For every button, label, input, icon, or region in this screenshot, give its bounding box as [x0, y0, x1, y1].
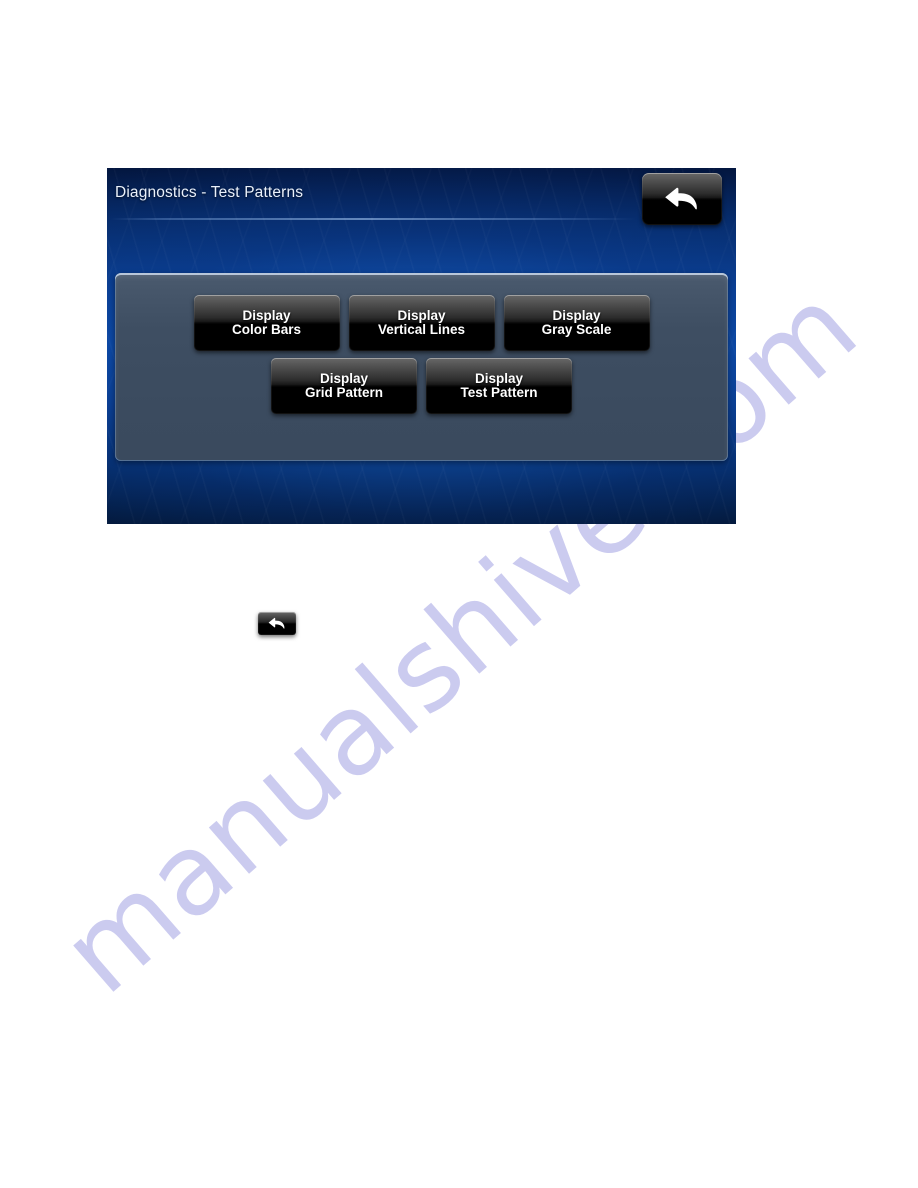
- button-label-line1: Display: [474, 370, 524, 386]
- back-arrow-icon: [665, 187, 697, 210]
- button-label-line2: Grid Pattern: [304, 385, 383, 400]
- button-label-line2: Gray Scale: [541, 322, 612, 337]
- display-grid-pattern-button[interactable]: Display Grid Pattern: [271, 358, 417, 414]
- button-label-line1: Display: [319, 370, 369, 386]
- device-screen: Diagnostics - Test Patterns Display Colo…: [107, 168, 736, 524]
- button-label-line1: Display: [552, 307, 601, 323]
- button-label-line2: Vertical Lines: [377, 322, 466, 337]
- display-vertical-lines-button[interactable]: Display Vertical Lines: [348, 295, 495, 351]
- page-title: Diagnostics - Test Patterns: [115, 184, 304, 201]
- display-color-bars-button[interactable]: Display Color Bars: [193, 295, 340, 351]
- content-panel: Display Color Bars Display Vertical Line…: [115, 273, 728, 461]
- back-arrow-icon: [268, 617, 285, 629]
- pattern-button-row: Display Grid Pattern Display Test Patter…: [271, 358, 572, 414]
- inline-back-button-icon: [258, 612, 296, 635]
- button-label-line1: Display: [242, 307, 291, 323]
- back-button[interactable]: [642, 173, 722, 225]
- header-divider: [111, 218, 636, 220]
- pattern-button-grid: Display Color Bars Display Vertical Line…: [115, 273, 728, 461]
- pattern-button-row: Display Color Bars Display Vertical Line…: [193, 295, 650, 351]
- screen-header: Diagnostics - Test Patterns: [107, 168, 736, 225]
- button-label-line2: Test Pattern: [460, 385, 538, 400]
- button-label-line2: Color Bars: [231, 322, 302, 337]
- document-page: manualshive.com Diagnostics - Test Patte…: [0, 0, 918, 1188]
- button-label-line1: Display: [397, 307, 446, 323]
- display-test-pattern-button[interactable]: Display Test Pattern: [426, 358, 572, 414]
- display-gray-scale-button[interactable]: Display Gray Scale: [503, 295, 650, 351]
